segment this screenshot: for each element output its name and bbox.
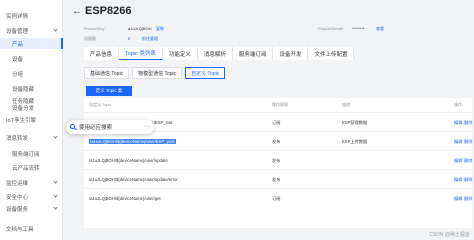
sidebar-item[interactable]: 文档与工具: [0, 223, 63, 234]
sidebar-item[interactable]: 设备服务: [0, 203, 63, 214]
table-row: /a1uJLQjBOH/${deviceName}/user/update/er…: [84, 169, 472, 188]
edit-link[interactable]: 编辑: [454, 120, 462, 126]
edit-link[interactable]: 编辑: [454, 196, 462, 202]
sidebar-item-label: 设备: [12, 56, 24, 63]
page-title: ESP8266: [85, 5, 132, 17]
sidebar-item[interactable]: 设备: [0, 53, 63, 64]
meta-text: 设备数: [84, 36, 96, 41]
sidebar-item[interactable]: 设备隐藏: [0, 83, 63, 94]
desc-cell: ESP获得数据: [342, 120, 368, 125]
sidebar-item[interactable]: 监控运维: [0, 177, 63, 188]
table-row: /a1uJLQjBOH/${deviceName}/user/get 订阅 编辑 删除: [84, 188, 472, 207]
search-icon: [70, 124, 77, 130]
sidebar-item[interactable]: 设备分发: [0, 102, 63, 113]
main-tab[interactable]: Topic 类列表: [119, 47, 163, 60]
sidebar-item-label: 服务端订阅: [12, 151, 40, 158]
edit-link[interactable]: 编辑: [454, 177, 462, 183]
sidebar-item[interactable]: 实例详情: [0, 10, 63, 21]
sidebar-item-label: 设备分发: [12, 105, 35, 112]
op-cell: 发布: [272, 139, 281, 144]
bing-search-option[interactable]: 使用必应搜索: [79, 123, 112, 131]
topic-cell: /a1uJLQjBOH/${deviceName}/user/get: [89, 196, 161, 201]
header-op: 操作权限: [272, 102, 288, 107]
back-arrow-icon[interactable]: ←: [72, 6, 82, 17]
meta-text: ********: [352, 26, 365, 31]
sidebar-item[interactable]: 设备管理: [0, 25, 63, 36]
sidebar-item-label: 分组: [12, 71, 24, 78]
delete-link[interactable]: 删除: [464, 139, 472, 145]
meta-text: ProductSecret: [318, 26, 344, 31]
more-icon[interactable]: ⋯: [144, 123, 150, 130]
edit-link[interactable]: 编辑: [454, 139, 462, 145]
sidebar-item-label: 监控运维: [6, 180, 29, 187]
sidebar-item-label: 产品: [12, 41, 24, 48]
sidebar-item-label: 设备隐藏: [12, 86, 35, 93]
delete-link[interactable]: 删除: [464, 196, 472, 202]
chevron-down-icon: [53, 179, 58, 184]
topic-table: 自定义 Topic 操作权限 描述 操作 /a1uJLQjBOH/${devic…: [84, 98, 472, 228]
sidebar-item-label: 文档与工具: [6, 226, 34, 233]
sidebar-item-label: 实例详情: [6, 13, 29, 20]
table-row: /a1uJLQjBOH/${deviceName}/user/update 发布 编…: [84, 150, 472, 169]
sidebar-item[interactable]: 消息转发: [0, 132, 63, 143]
context-popup[interactable]: 使用必应搜索 ⋯: [66, 120, 154, 134]
meta-link[interactable]: 查看: [376, 26, 384, 32]
main-tabs: 产品信息 Topic 类列表 功能定义 消息解析 服务端订阅 设备开发 文件上传配置: [84, 47, 355, 60]
main-tab[interactable]: 功能定义: [162, 47, 198, 60]
edit-link[interactable]: 编辑: [454, 158, 462, 164]
sidebar-item-label: IoT孪生引擎: [6, 117, 36, 124]
sidebar-item[interactable]: IoT孪生引擎: [0, 114, 63, 125]
meta-text: ProductKey: [84, 26, 105, 31]
sidebar-item-label: 设备服务: [6, 206, 29, 213]
sidebar-item-label: 云产品流转: [12, 165, 40, 172]
op-cell: 发布: [272, 158, 281, 163]
meta-text: 0: [128, 36, 131, 41]
chevron-down-icon: [53, 205, 58, 210]
header-desc: 描述: [342, 102, 350, 107]
main-tab[interactable]: 设备开发: [273, 47, 309, 60]
sidebar-item-label: 设备管理: [6, 28, 29, 35]
delete-link[interactable]: 删除: [464, 177, 472, 183]
chevron-down-icon: [53, 27, 58, 32]
sidebar-item[interactable]: 云产品流转: [0, 162, 63, 173]
meta-link[interactable]: 前往管理: [142, 36, 158, 42]
sub-tab[interactable]: 物模型通信 Topic: [132, 67, 183, 79]
sidebar: 实例详情 设备管理 产品 设备 分组 设备隐藏 任务隐藏 设备分发 IoT孪生引擎 消息转发 服务端…: [0, 0, 63, 240]
delete-link[interactable]: 删除: [464, 158, 472, 164]
op-cell: 发布: [272, 177, 281, 182]
meta-link[interactable]: 复制: [156, 26, 164, 32]
main-tab[interactable]: 消息解析: [197, 47, 233, 60]
op-cell: 订阅: [272, 120, 281, 125]
sidebar-item[interactable]: 分组: [0, 68, 63, 79]
delete-link[interactable]: 删除: [464, 120, 472, 126]
op-cell: 订阅: [272, 196, 281, 201]
sidebar-item[interactable]: 产品: [0, 38, 63, 49]
sidebar-item[interactable]: 安全中心: [0, 191, 63, 202]
topic-cell: /a1uJLQjBOH/${deviceName}/user/ESP_post: [89, 139, 176, 144]
desc-cell: ESP上传数据: [342, 139, 368, 144]
topic-cell: /a1uJLQjBOH/${deviceName}/user/update/er…: [89, 177, 178, 182]
main-tab[interactable]: 产品信息: [84, 47, 120, 60]
sub-tabs: 基础通信 Topic 物模型通信 Topic 自定义 Topic: [84, 67, 228, 79]
sub-tab[interactable]: 基础通信 Topic: [84, 67, 130, 79]
header-actions: 操作: [454, 102, 462, 107]
define-topic-button[interactable]: 定义 Topic 类: [86, 86, 132, 96]
sidebar-item[interactable]: 服务端订阅: [0, 148, 63, 159]
main-tab[interactable]: 服务端订阅: [232, 47, 274, 60]
sidebar-item-label: 消息转发: [6, 135, 29, 142]
watermark: CSDN @稀土掘金: [429, 232, 470, 238]
topic-cell: /a1uJLQjBOH/${deviceName}/user/update: [89, 158, 168, 163]
header-topic: 自定义 Topic: [89, 102, 112, 107]
meta-text: a1uJLQjBOH: [128, 26, 152, 31]
main-tab[interactable]: 文件上传配置: [308, 47, 355, 60]
chevron-down-icon: [53, 134, 58, 139]
sidebar-item-label: 安全中心: [6, 194, 29, 201]
chevron-down-icon: [53, 193, 58, 198]
sub-tab[interactable]: 自定义 Topic: [185, 67, 226, 79]
